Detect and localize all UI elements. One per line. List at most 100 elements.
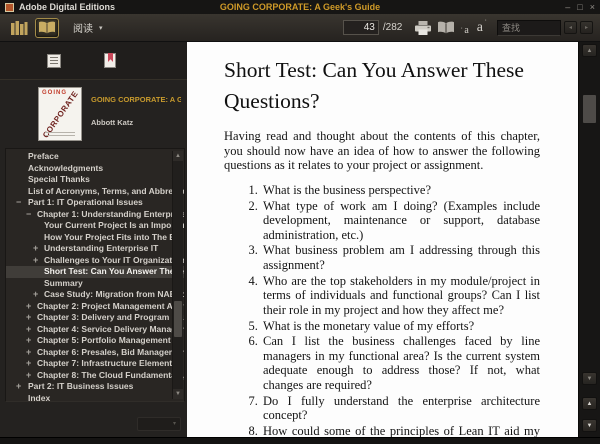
tab-bookmarks[interactable] [100,51,120,71]
app-window: Adobe Digital Editions GOING CORPORATE: … [0,0,600,444]
page-number-input[interactable] [342,20,379,35]
view-menu-label: 阅读 [73,24,93,35]
question-item: How could some of the principles of Lean… [261,424,540,437]
sidebar: GOING CORPORATE GOING CORPORATE: A Geek'… [0,42,187,437]
chevron-down-icon: ▾ [99,24,103,32]
search-previous-button[interactable]: ◂ [564,21,577,34]
toc-item[interactable]: List of Acronyms, Terms, and Abbreviatio… [6,186,184,198]
scroll-up-icon[interactable]: ▲ [173,151,183,161]
question-item: What type of work am I doing? (Examples … [261,199,540,243]
book-info: GOING CORPORATE GOING CORPORATE: A Geek'… [0,80,187,148]
toc-item[interactable]: Short Test: Can You Answer These Questio… [6,266,184,278]
toc-scrollbar-thumb[interactable] [174,301,182,337]
view-menu[interactable]: 阅读 ▾ [73,20,103,35]
toc-item[interactable]: + Chapter 4: Service Delivery Management [6,324,184,336]
toc-item[interactable]: + Understanding Enterprise IT [6,243,184,255]
toc-item[interactable]: Special Thanks [6,174,184,186]
toc-item[interactable]: + Part 2: IT Business Issues [6,381,184,393]
toc-item[interactable]: Your Current Project Is an Important Lin… [6,220,184,232]
toc-panel: Preface Acknowledgments Special Thanks L… [5,148,185,402]
arrow-down-icon: ▼ [586,376,593,382]
expander-icon[interactable]: + [33,243,38,255]
expander-icon[interactable]: + [26,335,31,347]
increase-dot: ˙ [484,17,487,27]
page-down-icon: ▼ [586,423,593,429]
page-scrollbar-thumb[interactable] [583,95,596,123]
toc-item-label: Your Current Project Is an Important Lin… [44,220,184,230]
toc-item-label: Chapter 3: Delivery and Program Manageme… [37,312,184,322]
toc-scrollbar[interactable]: ▲ ▼ [172,151,183,399]
toc-item-label: Chapter 8: The Cloud Fundamentals, Strat… [37,369,184,380]
arrow-left-icon: ◂ [568,25,572,31]
toc-item[interactable]: + Chapter 5: Portfolio Management [6,335,184,347]
toc-item[interactable]: + Case Study: Migration from NAB to J2EE… [6,289,184,301]
toc-item-label: Chapter 7: Infrastructure Elements [37,358,177,368]
expander-icon[interactable]: + [26,312,31,324]
expander-icon[interactable]: + [26,347,31,359]
toc-item-label: Challenges to Your IT Organization [44,254,184,265]
toc-item[interactable]: + Chapter 7: Infrastructure Elements [6,358,184,370]
expander-icon[interactable]: + [16,381,21,393]
previous-page-button[interactable]: ▲ [582,397,597,410]
toc-item[interactable]: Summary [6,278,184,290]
library-view-button[interactable] [7,18,31,38]
maximize-button[interactable]: □ [577,1,582,13]
search-next-button[interactable]: ▸ [580,21,593,34]
arrow-right-icon: ▸ [584,25,588,31]
question-item: What business problem am I addressing th… [261,243,540,272]
sidebar-options-dropdown[interactable]: ▾ [137,417,181,431]
app-title: Adobe Digital Editions [19,2,115,12]
toc-item[interactable]: + Challenges to Your IT Organization [6,255,184,267]
expander-icon[interactable]: + [26,301,31,313]
scroll-down-icon[interactable]: ▼ [173,389,183,399]
expander-icon[interactable]: + [26,324,31,336]
toc-item[interactable]: + Chapter 2: Project Management A Differ… [6,301,184,313]
expander-icon[interactable]: − [26,209,31,221]
titlebar: Adobe Digital Editions GOING CORPORATE: … [0,0,600,14]
reader-page: Short Test: Can You Answer These Questio… [187,42,578,437]
expander-icon[interactable]: + [33,255,38,267]
search-input[interactable] [497,19,561,36]
question-item: Do I fully understand the enterprise arc… [261,394,540,423]
toc-list-icon [47,53,61,68]
close-button[interactable]: × [590,1,595,13]
expander-icon[interactable]: + [26,370,31,382]
expander-icon[interactable]: − [16,197,21,209]
scroll-up-button[interactable]: ▲ [582,44,597,57]
question-item: Can I list the business challenges faced… [261,334,540,393]
toc-item[interactable]: Preface [6,151,184,163]
toc-item-label: How Your Project Fits into The Big Pictu… [44,231,184,242]
open-book-icon [38,21,56,34]
reading-view-button[interactable] [35,17,59,38]
toc-item-label: Part 2: IT Business Issues [28,381,134,391]
toc-item[interactable]: − Chapter 1: Understanding Enterprise IT [6,209,184,221]
toc-item[interactable]: − Part 1: IT Operational Issues [6,197,184,209]
toc-item[interactable]: + Chapter 3: Delivery and Program Manage… [6,312,184,324]
bookmarks-button[interactable] [437,21,455,34]
decrease-text-size-button[interactable]: ˙ a [460,25,468,36]
print-button[interactable] [415,20,432,35]
scroll-down-button[interactable]: ▼ [582,372,597,385]
toc-item[interactable]: Acknowledgments [6,163,184,175]
toc-item-label: Chapter 6: Presales, Bid Management, and… [37,346,184,357]
arrow-up-icon: ▲ [586,48,593,54]
toc-item[interactable]: + Chapter 6: Presales, Bid Management, a… [6,347,184,359]
expander-icon[interactable]: + [26,358,31,370]
toc-item-label: Case Study: Migration from NAB to J2EE A… [44,289,184,299]
increase-text-size-button[interactable]: a ˙ [477,18,487,36]
cover-top-text: GOING [42,90,68,96]
tab-table-of-contents[interactable] [44,51,64,71]
toc-item-label: Summary [44,277,83,288]
minimize-button[interactable]: – [565,1,570,13]
intro-paragraph: Having read and thought about the conten… [224,129,540,173]
page-total-label: /282 [382,22,403,33]
toc-item[interactable]: Index [6,393,184,402]
toc-item[interactable]: + Chapter 8: The Cloud Fundamentals, Str… [6,370,184,382]
toc-item[interactable]: How Your Project Fits into The Big Pictu… [6,232,184,244]
question-list: What is the business perspective?What ty… [224,183,540,437]
page-scrollbar[interactable]: ▲ ▼ ▲ ▼ [578,42,600,437]
next-page-button[interactable]: ▼ [582,419,597,432]
toc-item-label: Understanding Enterprise IT [44,243,159,253]
expander-icon[interactable]: + [33,289,38,301]
page-up-icon: ▲ [586,401,593,407]
